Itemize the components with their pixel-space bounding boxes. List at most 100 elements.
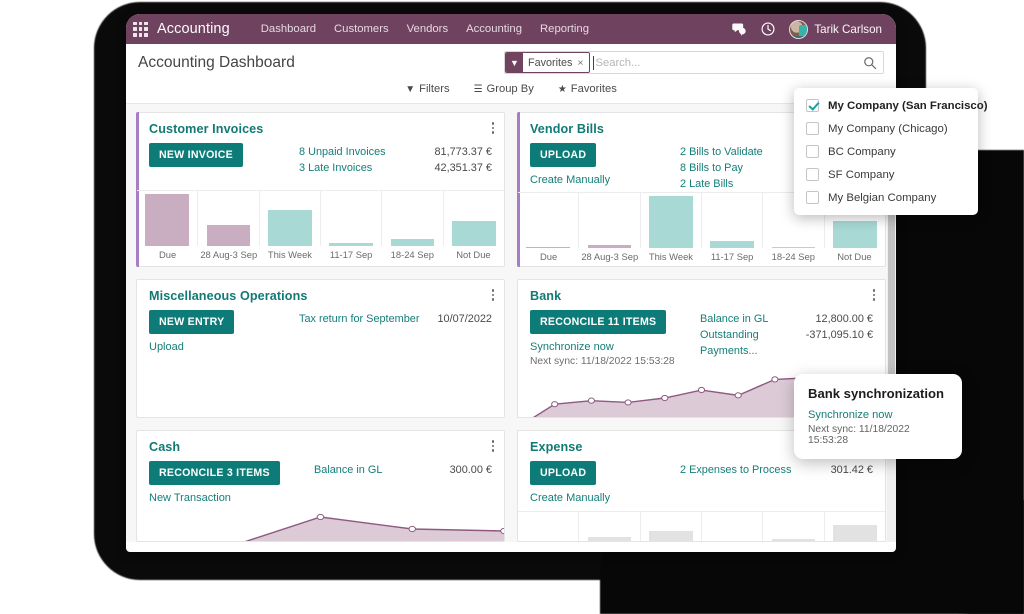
- company-option-label: My Belgian Company: [828, 192, 936, 204]
- new-transaction-link[interactable]: New Transaction: [149, 492, 314, 504]
- user-name: Tarik Carlson: [814, 23, 882, 36]
- search-facet-favorites[interactable]: ▼ Favorites ×: [505, 52, 590, 73]
- kebab-menu-icon[interactable]: [873, 289, 876, 303]
- stat-label[interactable]: Balance in GL: [700, 311, 768, 327]
- bar: [588, 537, 631, 541]
- synchronize-now-link[interactable]: Synchronize now: [530, 341, 700, 353]
- stat-row[interactable]: Balance in GL 300.00 €: [314, 462, 492, 478]
- stat-row[interactable]: Tax return for September 10/07/2022: [299, 311, 492, 327]
- upload-expense-button[interactable]: UPLOAD: [530, 461, 596, 485]
- upload-link[interactable]: Upload: [149, 341, 299, 353]
- checkbox-icon[interactable]: [806, 122, 819, 135]
- stat-label[interactable]: Tax return for September: [299, 311, 419, 327]
- chart-cash-area: [137, 507, 504, 541]
- bar-cell: [763, 512, 824, 541]
- screenshot-root: Accounting Dashboard Customers Vendors A…: [0, 0, 1024, 614]
- apps-grid-icon[interactable]: [133, 22, 148, 37]
- card-customer-invoices[interactable]: Customer Invoices NEW INVOICE 8 Unpaid I…: [136, 112, 505, 267]
- stat-label[interactable]: 2 Late Bills: [680, 176, 733, 192]
- stat-label[interactable]: 2 Expenses to Process: [680, 462, 791, 478]
- checkbox-icon[interactable]: [806, 191, 819, 204]
- company-option-label: SF Company: [828, 169, 894, 181]
- group-by-button[interactable]: ☰ Group By: [474, 83, 534, 95]
- stat-row[interactable]: 3 Late Invoices 42,351.37 €: [299, 160, 492, 176]
- bar: [526, 247, 569, 248]
- filter-icon: ▼: [506, 53, 523, 72]
- bar: [649, 531, 692, 541]
- company-option-0[interactable]: My Company (San Francisco): [794, 94, 978, 117]
- user-menu[interactable]: Tarik Carlson: [789, 20, 882, 39]
- reconcile-cash-button[interactable]: RECONCILE 3 ITEMS: [149, 461, 280, 485]
- close-icon[interactable]: ×: [576, 53, 588, 72]
- card-misc-operations[interactable]: Miscellaneous Operations NEW ENTRY Uploa…: [136, 279, 505, 418]
- card-title: Expense: [530, 440, 583, 454]
- data-point-marker: [698, 387, 704, 392]
- page-title: Accounting Dashboard: [138, 51, 295, 72]
- stat-value: 300.00 €: [450, 462, 492, 478]
- filters-button[interactable]: ▼ Filters: [405, 83, 449, 95]
- kanban-column-left: Customer Invoices NEW INVOICE 8 Unpaid I…: [136, 112, 505, 542]
- card-cash[interactable]: Cash RECONCILE 3 ITEMS New Transaction B…: [136, 430, 505, 542]
- bar-cell: [518, 512, 579, 541]
- stat-value: 42,351.37 €: [434, 160, 492, 176]
- nav-item-accounting[interactable]: Accounting: [457, 23, 531, 35]
- stat-row[interactable]: Balance in GL 12,800.00 €: [700, 311, 873, 327]
- next-sync-text: Next sync: 11/18/2022 15:53:28: [530, 356, 700, 367]
- activities-clock-icon[interactable]: [760, 21, 776, 37]
- checkbox-icon[interactable]: [806, 145, 819, 158]
- create-manually-link[interactable]: Create Manually: [530, 492, 680, 504]
- bar: [145, 194, 188, 246]
- magnifier-icon[interactable]: [863, 56, 877, 70]
- company-option-2[interactable]: BC Company: [794, 140, 978, 163]
- messages-icon[interactable]: [731, 21, 747, 37]
- stat-row[interactable]: Outstanding Payments... -371,095.10 €: [700, 327, 873, 359]
- bank-synchronization-tooltip: Bank synchronization Synchronize now Nex…: [794, 374, 962, 459]
- stat-row[interactable]: 2 Expenses to Process 301.42 €: [680, 462, 873, 478]
- stat-label[interactable]: Outstanding Payments...: [700, 327, 806, 359]
- kebab-menu-icon[interactable]: [492, 289, 495, 303]
- bar: [391, 239, 434, 246]
- kebab-menu-icon[interactable]: [492, 122, 495, 136]
- bar-chart: [518, 511, 885, 541]
- nav-item-customers[interactable]: Customers: [325, 23, 398, 35]
- bar: [772, 539, 815, 541]
- upload-bills-button[interactable]: UPLOAD: [530, 143, 596, 167]
- search-bar[interactable]: ▼ Favorites ×: [504, 51, 884, 74]
- reconcile-bank-button[interactable]: RECONCILE 11 ITEMS: [530, 310, 666, 334]
- company-option-3[interactable]: SF Company: [794, 163, 978, 186]
- stat-value: 81,773.37 €: [434, 144, 492, 160]
- tooltip-synchronize-link[interactable]: Synchronize now: [808, 409, 948, 421]
- area-chart: [137, 507, 504, 542]
- bar: [649, 196, 692, 248]
- card-title: Miscellaneous Operations: [149, 289, 307, 303]
- company-switcher-dropdown[interactable]: My Company (San Francisco)My Company (Ch…: [794, 88, 978, 215]
- nav-item-vendors[interactable]: Vendors: [398, 23, 457, 35]
- checkbox-checked-icon[interactable]: [806, 99, 819, 112]
- nav-item-reporting[interactable]: Reporting: [531, 23, 598, 35]
- checkbox-icon[interactable]: [806, 168, 819, 181]
- bar-cell: [641, 512, 702, 541]
- stat-label[interactable]: 2 Bills to Validate: [680, 144, 763, 160]
- stat-label[interactable]: 3 Late Invoices: [299, 160, 372, 176]
- new-entry-button[interactable]: NEW ENTRY: [149, 310, 234, 334]
- stat-label[interactable]: Balance in GL: [314, 462, 382, 478]
- bar: [588, 245, 631, 248]
- chart-customer-invoices-bars: Due28 Aug-3 SepThis Week11-17 Sep18-24 S…: [137, 190, 504, 266]
- bar: [833, 221, 876, 249]
- nav-item-dashboard[interactable]: Dashboard: [252, 23, 325, 35]
- company-option-4[interactable]: My Belgian Company: [794, 186, 978, 209]
- bar: [268, 210, 311, 246]
- app-name[interactable]: Accounting: [157, 21, 230, 37]
- stat-row[interactable]: 8 Unpaid Invoices 81,773.37 €: [299, 144, 492, 160]
- favorites-button[interactable]: ★ Favorites: [558, 83, 617, 95]
- stat-label[interactable]: 8 Unpaid Invoices: [299, 144, 386, 160]
- stat-value: -371,095.10 €: [806, 327, 873, 359]
- company-option-1[interactable]: My Company (Chicago): [794, 117, 978, 140]
- stat-label[interactable]: 8 Bills to Pay: [680, 160, 743, 176]
- bar-cell: [641, 193, 702, 248]
- create-manually-link[interactable]: Create Manually: [530, 174, 680, 186]
- kebab-menu-icon[interactable]: [492, 440, 495, 454]
- new-invoice-button[interactable]: NEW INVOICE: [149, 143, 243, 167]
- search-input[interactable]: [594, 57, 863, 69]
- bar-chart-labels: Due28 Aug-3 SepThis Week11-17 Sep18-24 S…: [137, 246, 504, 266]
